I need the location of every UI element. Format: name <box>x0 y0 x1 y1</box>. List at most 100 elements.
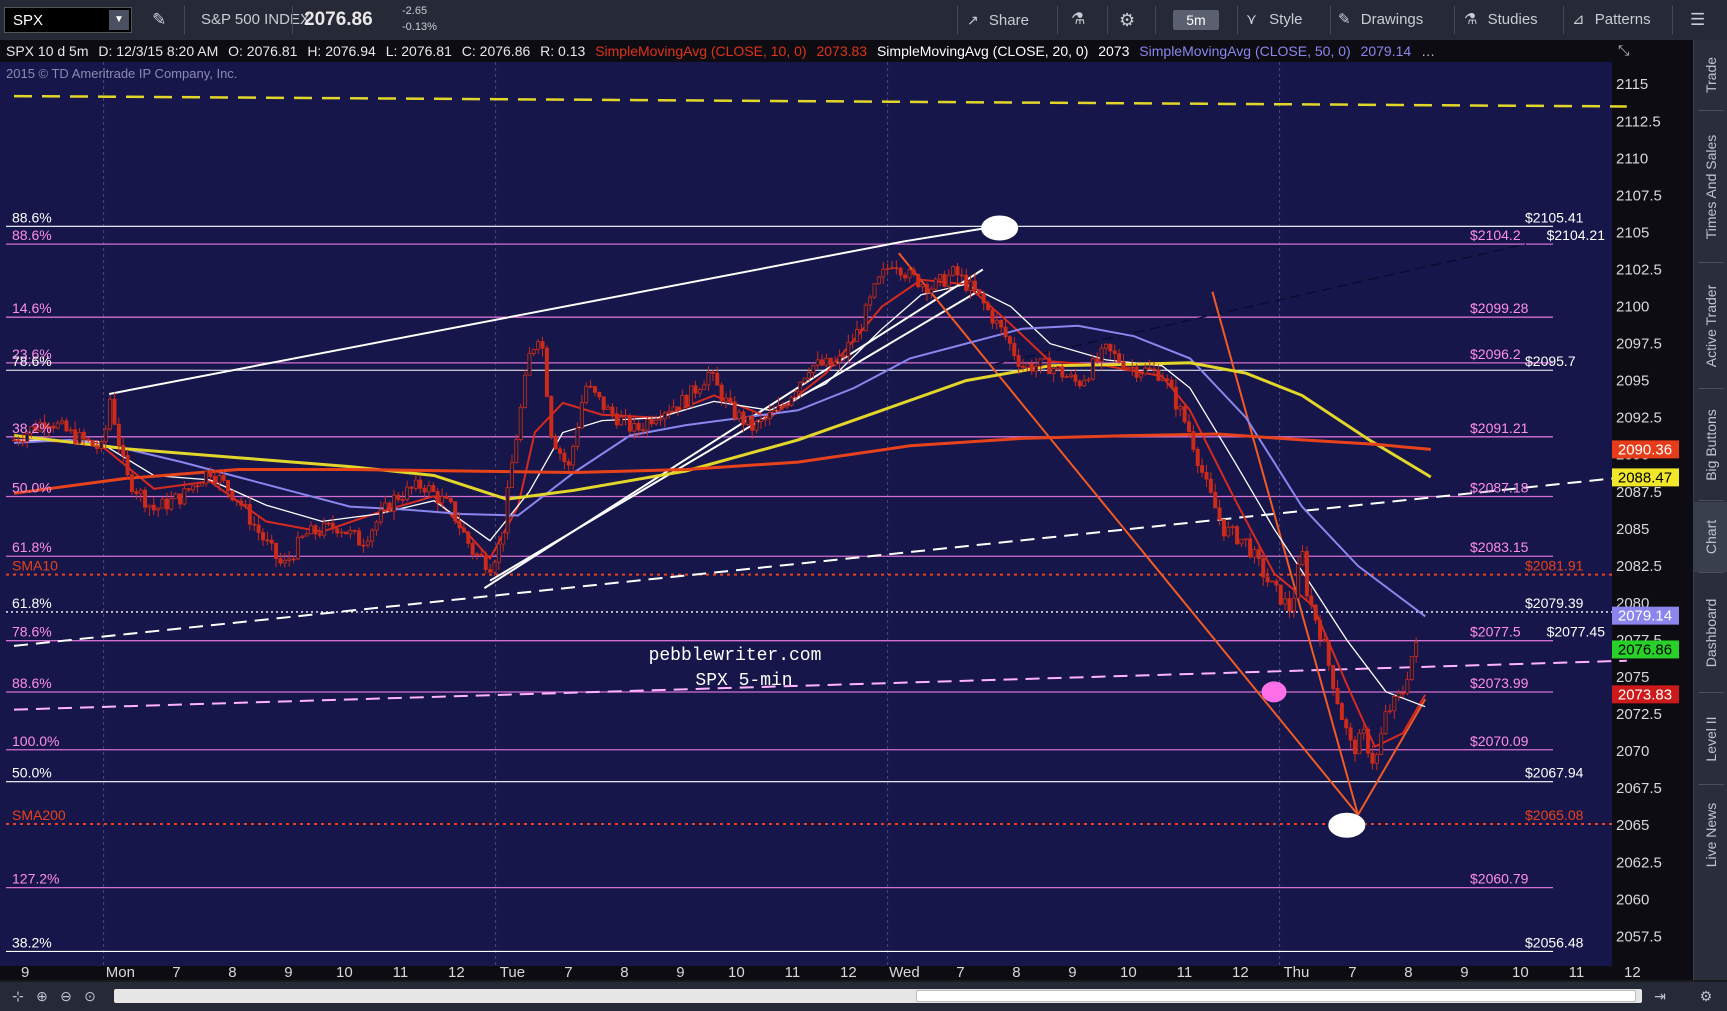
tab-divider <box>1698 110 1724 111</box>
tab-big-buttons[interactable]: Big Buttons <box>1694 390 1727 500</box>
candle-body <box>1304 551 1309 597</box>
share-button[interactable]: ↗ Share <box>967 0 1029 40</box>
tab-trade[interactable]: Trade <box>1694 40 1727 110</box>
gear-icon[interactable]: ⚙ <box>1119 0 1135 40</box>
scroll-end-icon[interactable]: ⇥ <box>1650 986 1670 1006</box>
tab-live-news[interactable]: Live News <box>1694 786 1727 884</box>
share-label: Share <box>988 12 1029 29</box>
candle-body <box>1152 368 1157 371</box>
timeframe-button[interactable]: 5m <box>1173 10 1219 30</box>
patterns-button[interactable]: ⊿ Patterns <box>1572 0 1651 40</box>
candle-body <box>1029 363 1034 372</box>
candle-body <box>492 561 497 573</box>
tab-active-trader[interactable]: Active Trader <box>1694 264 1727 388</box>
sma10-value: 2073.83 <box>816 43 868 59</box>
drawings-button[interactable]: ✎ Drawings <box>1338 0 1423 40</box>
copyright-text: 2015 © TD Ameritrade IP Company, Inc. <box>6 66 237 81</box>
level-price-label: $2104.21 <box>1547 227 1606 243</box>
candle-body <box>697 389 702 394</box>
candle-body <box>64 420 69 432</box>
candle-body <box>968 280 973 291</box>
candle-body <box>1073 374 1078 382</box>
chart-canvas[interactable]: 88.6% $2105.41 88.6% $2104.2 $2104.21 14.6% $2… <box>0 62 1693 980</box>
candle-body <box>518 406 523 440</box>
candle-body <box>1318 619 1323 640</box>
candle-body <box>584 385 589 404</box>
settings-icon[interactable]: ⚙ <box>1696 986 1716 1006</box>
candle-body <box>1130 366 1135 369</box>
candle-body <box>654 419 659 425</box>
time-tick-label: 9 <box>1068 964 1076 980</box>
candle-body <box>789 396 794 406</box>
candle-body <box>575 427 580 447</box>
time-tick-label: 9 <box>676 964 684 980</box>
candle-body <box>191 485 196 491</box>
candle-body <box>540 341 545 349</box>
price-tick-label: 2112.5 <box>1616 113 1661 130</box>
price-tick-label: 2082.5 <box>1616 558 1662 575</box>
symbol-input[interactable]: SPX ▼ <box>4 7 132 33</box>
candle-body <box>632 422 637 432</box>
patterns-label: Patterns <box>1594 11 1651 28</box>
candle-body <box>994 319 999 324</box>
zoom-in-icon[interactable]: ⊕ <box>32 986 52 1006</box>
candle-body <box>619 416 624 426</box>
patterns-icon: ⊿ <box>1572 11 1585 28</box>
zoom-reset-icon[interactable]: ⊙ <box>80 986 100 1006</box>
studies-button[interactable]: ⚗ Studies <box>1464 0 1538 40</box>
drag-icon[interactable]: ⊹ <box>8 986 28 1006</box>
candle-body <box>291 558 296 561</box>
candle-body <box>422 487 427 493</box>
candle-body <box>754 421 759 431</box>
style-icon: ⋎ <box>1246 11 1257 28</box>
candle-body <box>409 486 414 489</box>
zoom-out-icon[interactable]: ⊖ <box>56 986 76 1006</box>
highlight-ellipse <box>1328 812 1366 838</box>
candle-body <box>1339 703 1344 721</box>
candle-body <box>86 438 91 441</box>
price-tick-label: 2060 <box>1616 891 1649 908</box>
time-tick-label: 9 <box>21 964 29 980</box>
price-chart[interactable]: 88.6% $2105.41 88.6% $2104.2 $2104.21 14.6% $2… <box>0 62 1693 980</box>
candle-body <box>260 532 265 541</box>
flask-icon[interactable]: ⚗ <box>1071 0 1085 40</box>
tab-chart[interactable]: Chart <box>1694 502 1727 572</box>
candle-body <box>413 479 418 489</box>
toolbar-divider <box>1672 6 1673 34</box>
time-scrollbar[interactable] <box>114 989 1642 1003</box>
candle-body <box>566 461 571 466</box>
candle-body <box>1313 604 1318 621</box>
tab-level-ii[interactable]: Level II <box>1694 694 1727 784</box>
expand-icon[interactable]: ⤡ <box>1618 42 1629 59</box>
price-tick-label: 2115 <box>1616 76 1648 93</box>
candle-body <box>164 498 169 510</box>
tab-divider <box>1698 572 1724 573</box>
tab-times-and-sales[interactable]: Times And Sales <box>1694 112 1727 262</box>
candle-body <box>483 555 488 570</box>
menu-icon[interactable]: ☰ <box>1690 0 1705 40</box>
scrollbar-thumb[interactable] <box>916 990 1636 1002</box>
candle-body <box>1034 365 1039 372</box>
candle-body <box>1143 367 1148 375</box>
time-axis[interactable] <box>0 966 1612 980</box>
candle-body <box>885 268 890 270</box>
level-left-label: 50.0% <box>12 765 52 781</box>
candle-body <box>147 504 152 508</box>
candle-body <box>938 274 943 280</box>
level-left-label: 100.0% <box>12 733 59 749</box>
price-tick-label: 2100 <box>1616 299 1649 316</box>
candle-body <box>1086 378 1091 381</box>
style-button[interactable]: ⋎ Style <box>1246 0 1303 40</box>
candle-body <box>186 488 191 491</box>
net-change: -2.65 <box>402 5 428 17</box>
candle-body <box>177 493 182 505</box>
candle-body <box>1186 421 1191 432</box>
candle-body <box>505 487 510 534</box>
tab-dashboard[interactable]: Dashboard <box>1694 574 1727 692</box>
symbol-dropdown-icon[interactable]: ▼ <box>109 10 129 30</box>
link-icon[interactable]: ✎ <box>152 0 166 40</box>
more-studies[interactable]: … <box>1421 43 1435 59</box>
candle-body <box>986 302 991 311</box>
candle-body <box>1387 710 1392 713</box>
tab-divider <box>1698 692 1724 693</box>
